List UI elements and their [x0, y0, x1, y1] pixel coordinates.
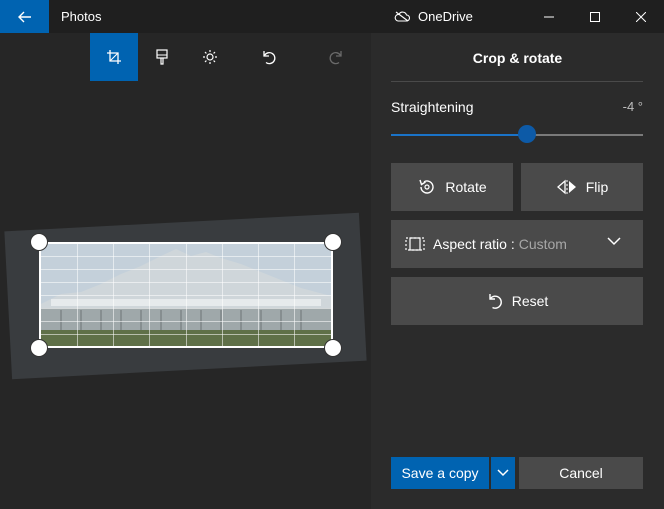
close-icon	[636, 11, 646, 22]
grid-line	[41, 308, 331, 309]
close-button[interactable]	[618, 0, 664, 33]
straightening-slider[interactable]	[391, 125, 643, 143]
aspect-ratio-dropdown[interactable]: Aspect ratio : Custom	[391, 220, 643, 268]
title-bar: Photos OneDrive	[0, 0, 664, 33]
back-arrow-icon	[17, 11, 31, 22]
crop-handle-bottom-left[interactable]	[30, 339, 48, 357]
crop-handle-top-left[interactable]	[30, 233, 48, 251]
aspect-ratio-icon	[405, 237, 425, 251]
straightening-value: -4 °	[622, 99, 643, 114]
minimize-button[interactable]	[526, 0, 572, 33]
rotate-button[interactable]: Rotate	[391, 163, 513, 211]
save-copy-button[interactable]: Save a copy	[391, 457, 489, 489]
crop-icon	[107, 50, 121, 64]
undo-icon	[263, 51, 276, 65]
grid-line	[41, 256, 331, 257]
divider	[391, 81, 643, 82]
crop-handle-bottom-right[interactable]	[324, 339, 342, 357]
minimize-icon	[544, 16, 554, 17]
maximize-button[interactable]	[572, 0, 618, 33]
reset-button[interactable]: Reset	[391, 277, 643, 325]
filters-tool-button[interactable]	[138, 33, 186, 81]
crop-region[interactable]	[39, 242, 333, 348]
aspect-ratio-label: Aspect ratio :	[433, 236, 515, 252]
grid-line	[41, 295, 331, 296]
reset-icon	[489, 294, 502, 309]
grid-line	[41, 334, 331, 335]
grid-line	[41, 321, 331, 322]
rotate-label: Rotate	[445, 179, 487, 195]
slider-thumb[interactable]	[518, 125, 536, 143]
maximize-icon	[590, 11, 600, 22]
aspect-ratio-value: Custom	[518, 236, 567, 252]
rotate-icon	[419, 179, 435, 194]
cancel-button[interactable]: Cancel	[519, 457, 643, 489]
onedrive-cloud-icon	[394, 11, 410, 22]
undo-button[interactable]	[244, 33, 292, 81]
crop-rotate-panel: Crop & rotate Straightening -4 ° Rotate …	[371, 33, 664, 509]
flip-icon	[556, 179, 576, 195]
grid-line	[41, 269, 331, 270]
crop-tool-button[interactable]	[90, 33, 138, 81]
save-options-dropdown[interactable]	[491, 457, 515, 489]
grid-line	[41, 282, 331, 283]
straightening-label: Straightening	[391, 99, 474, 115]
redo-icon	[329, 51, 342, 65]
brightness-icon	[203, 50, 217, 64]
brush-icon	[156, 49, 168, 65]
redo-button[interactable]	[313, 33, 361, 81]
crop-handle-top-right[interactable]	[324, 233, 342, 251]
app-title: Photos	[61, 9, 102, 24]
slider-fill	[391, 134, 527, 136]
onedrive-status[interactable]: OneDrive	[394, 9, 473, 24]
back-button[interactable]	[0, 0, 49, 33]
flip-button[interactable]: Flip	[521, 163, 643, 211]
flip-label: Flip	[585, 179, 609, 195]
adjust-tool-button[interactable]	[186, 33, 234, 81]
reset-label: Reset	[511, 293, 549, 309]
panel-title: Crop & rotate	[472, 50, 563, 66]
chevron-down-icon	[607, 237, 621, 246]
onedrive-label: OneDrive	[418, 9, 473, 24]
chevron-down-icon	[497, 469, 509, 477]
